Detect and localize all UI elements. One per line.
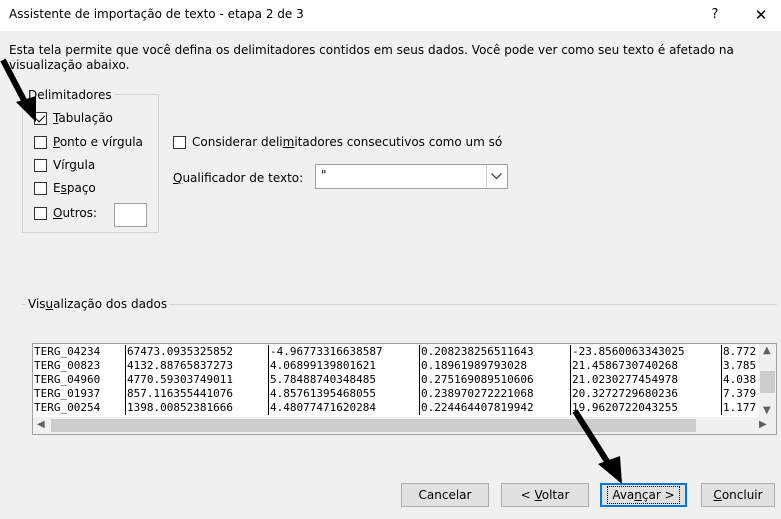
table-cell: 3.785 (721, 359, 758, 373)
table-cell: TERG_04960 (34, 373, 101, 386)
table-cell: 0.275169089510606 (419, 373, 571, 387)
table-cell: 67473.0935325852 (125, 345, 269, 359)
close-button[interactable]: ✕ (746, 4, 776, 26)
space-checkbox-label: Espaço (53, 181, 96, 195)
text-qualifier-label: Qualificador de texto: (173, 171, 304, 185)
table-cell: 0.224464407819942 (419, 401, 571, 415)
table-cell: 1398.00852381666 (125, 401, 269, 415)
other-checkbox[interactable] (34, 206, 47, 220)
table-cell: 5.78488740348485 (268, 373, 420, 387)
tab-checkbox-row[interactable]: Tabulação (34, 111, 113, 125)
space-checkbox-row[interactable]: Espaço (34, 181, 96, 195)
table-cell: 0.18961989793028 (419, 359, 571, 373)
comma-checkbox[interactable] (34, 158, 47, 172)
table-cell: TERG_04234 (34, 345, 101, 358)
table-cell: 4770.59303749011 (125, 373, 269, 387)
table-row: TERG_01937 857.116355441076 4.857613954680… (33, 387, 758, 401)
consecutive-checkbox[interactable] (173, 135, 186, 149)
scroll-up-icon[interactable]: ▲ (763, 345, 771, 356)
table-cell: 4.06899139801621 (268, 359, 420, 373)
space-checkbox[interactable] (34, 181, 47, 195)
tab-checkbox-label: Tabulação (53, 111, 113, 125)
other-checkbox-label: Outros: (53, 206, 98, 220)
table-cell: TERG_00254 (34, 401, 101, 414)
scroll-left-icon[interactable]: ◀ (37, 419, 45, 430)
table-cell: 21.0230277454978 (570, 373, 722, 387)
table-cell: 0.238970272221068 (419, 387, 571, 401)
table-cell: 4.038 (721, 373, 758, 387)
table-cell: 7.379 (721, 387, 758, 401)
table-cell: 857.116355441076 (125, 387, 269, 401)
arrow-annotation-icon (0, 58, 36, 122)
table-row: TERG_00254 1398.00852381666 4.480774716202… (33, 401, 758, 415)
table-cell: 4132.88765837273 (125, 359, 269, 373)
arrow-annotation-icon (572, 409, 622, 484)
table-cell: -4.96773316638587 (268, 345, 420, 359)
table-cell: 4.85761395468055 (268, 387, 420, 401)
table-cell: 8.772 (721, 345, 758, 359)
chevron-down-icon[interactable] (486, 166, 506, 187)
scroll-down-icon[interactable]: ▼ (763, 405, 771, 416)
table-cell: 4.48077471620284 (268, 401, 420, 415)
consecutive-checkbox-label: Considerar delimitadores consecutivos co… (192, 135, 503, 149)
table-row: TERG_04234 67473.0935325852 -4.96773316638… (33, 345, 758, 359)
table-row: TERG_04960 4770.59303749011 5.784887403484… (33, 373, 758, 387)
help-button[interactable]: ? (700, 4, 730, 26)
table-cell: TERG_01937 (34, 387, 101, 400)
vertical-scrollbar[interactable]: ▲ ▼ (759, 344, 776, 418)
table-cell: 1.177 (721, 401, 758, 415)
table-cell: 21.4586730740268 (570, 359, 722, 373)
table-cell: TERG_00823 (34, 359, 101, 372)
table-cell: 0.208238256511643 (419, 345, 571, 359)
finish-button[interactable]: Concluir (701, 483, 775, 507)
text-qualifier-select[interactable]: " (315, 164, 508, 189)
other-delimiter-input[interactable] (114, 203, 147, 227)
preview-group-label: Visualização dos dados (26, 297, 170, 311)
cancel-button[interactable]: Cancelar (401, 483, 489, 507)
table-cell: -23.8560063343025 (570, 345, 722, 359)
title-bar: Assistente de importação de texto - etap… (0, 0, 781, 31)
table-cell: 20.3272729680236 (570, 387, 722, 401)
text-qualifier-value: " (321, 168, 327, 182)
semicolon-checkbox-label: Ponto e vírgula (53, 135, 143, 149)
table-row: TERG_00823 4132.88765837273 4.068991398016… (33, 359, 758, 373)
consecutive-checkbox-row[interactable]: Considerar delimitadores consecutivos co… (173, 135, 502, 149)
description-text: Esta tela permite que você defina os del… (9, 43, 734, 72)
scroll-right-icon[interactable]: ▶ (759, 419, 767, 430)
horizontal-scrollbar[interactable]: ◀ ▶ (33, 417, 776, 434)
semicolon-checkbox[interactable] (34, 135, 47, 149)
comma-checkbox-label: Vírgula (53, 158, 96, 172)
semicolon-checkbox-row[interactable]: Ponto e vírgula (34, 135, 143, 149)
other-checkbox-row[interactable]: Outros: (34, 206, 97, 220)
comma-checkbox-row[interactable]: Vírgula (34, 158, 95, 172)
vertical-scroll-thumb[interactable] (760, 371, 775, 393)
window-title: Assistente de importação de texto - etap… (9, 7, 304, 21)
data-preview-table: TERG_04234 67473.0935325852 -4.96773316638… (33, 345, 758, 415)
